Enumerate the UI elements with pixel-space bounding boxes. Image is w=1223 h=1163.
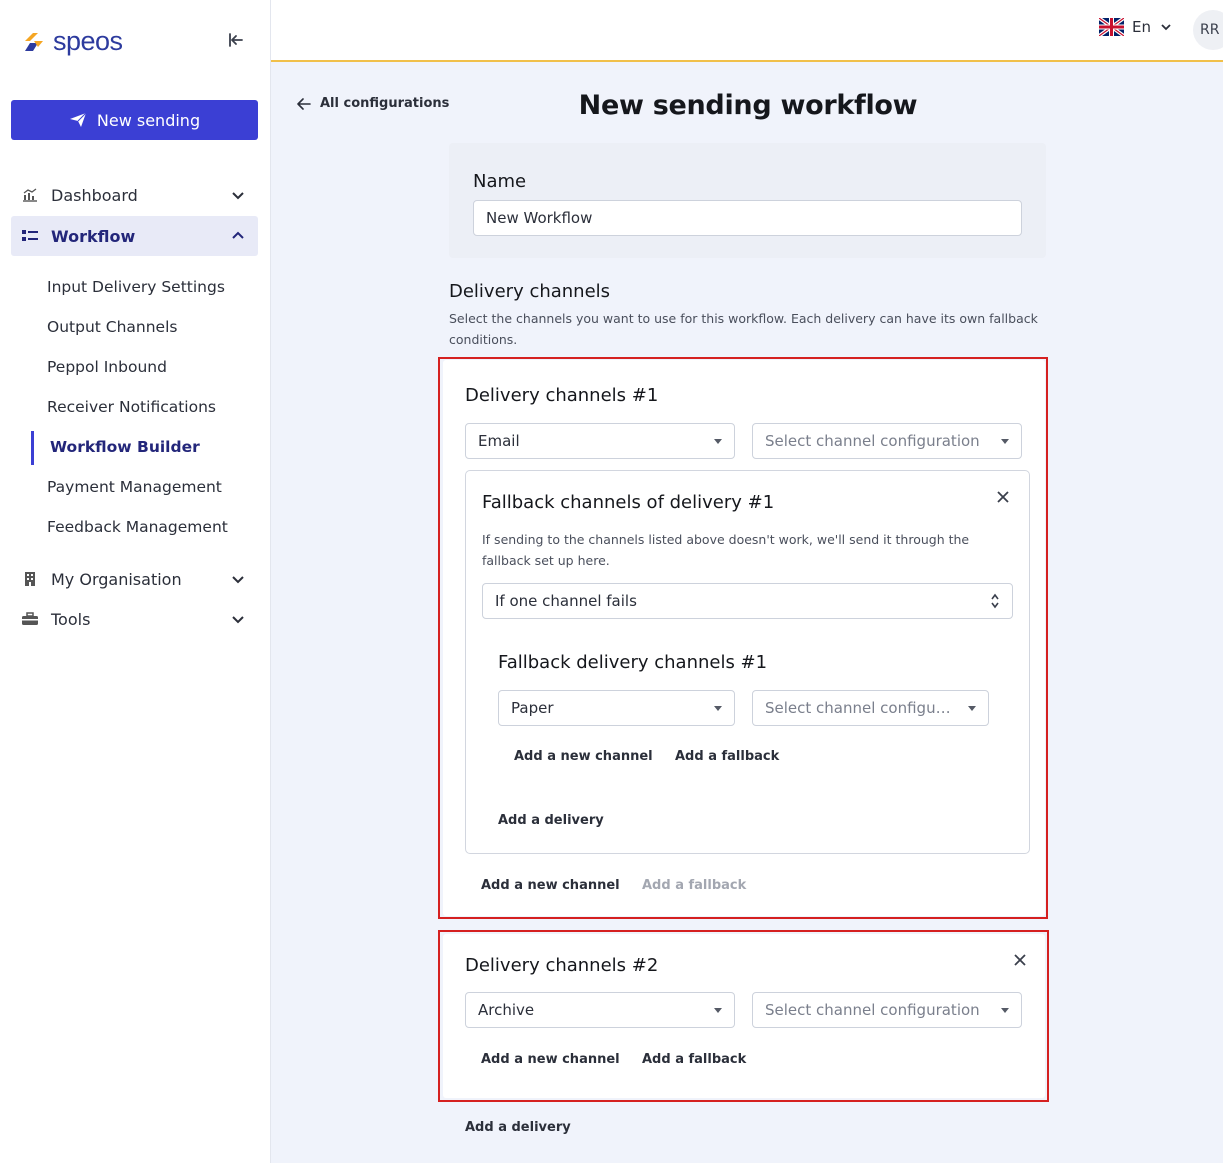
top-bar: En RR <box>271 0 1223 62</box>
arrow-left-icon <box>297 97 311 110</box>
avatar[interactable]: RR <box>1193 10 1223 50</box>
speos-logo-icon <box>25 32 43 51</box>
workflow-icon <box>21 227 39 245</box>
collapse-sidebar-button[interactable] <box>224 30 248 50</box>
fallback-add-fallback-button[interactable]: Add a fallback <box>675 749 779 764</box>
uk-flag-icon <box>1099 18 1124 36</box>
select-value: Email <box>478 432 520 450</box>
delivery-1-add-fallback-button: Add a fallback <box>642 878 747 893</box>
fallback-delivery-title: Fallback delivery channels #1 <box>498 652 768 673</box>
chevron-down-icon <box>232 616 244 624</box>
select-value: Paper <box>511 699 554 717</box>
collapse-icon <box>229 33 243 47</box>
sidebar-item-label: My Organisation <box>51 569 182 589</box>
fallback-channel-select[interactable]: Paper <box>498 690 735 726</box>
building-icon <box>21 570 39 588</box>
select-placeholder: Select channel configuration <box>765 432 980 450</box>
select-value: Archive <box>478 1001 535 1019</box>
sidebar-subitem-receiver-notifications[interactable]: Receiver Notifications <box>47 395 216 419</box>
sidebar-item-my-organisation[interactable]: My Organisation <box>11 559 258 599</box>
sidebar-subitem-feedback-management[interactable]: Feedback Management <box>47 515 228 539</box>
new-sending-label: New sending <box>96 110 201 130</box>
sidebar-subitem-output-channels[interactable]: Output Channels <box>47 315 177 339</box>
sidebar: speos New sending Dashboard Workflow Inp… <box>0 0 271 1163</box>
chevron-down-icon <box>232 576 244 584</box>
language-selector[interactable]: En <box>1099 18 1171 36</box>
workflow-name-input[interactable] <box>473 200 1022 236</box>
fallback-condition-select[interactable]: If one channel fails <box>482 583 1013 619</box>
avatar-initials: RR <box>1200 22 1220 38</box>
delivery-1-add-channel-button[interactable]: Add a new channel <box>481 878 620 893</box>
speos-logo[interactable]: speos <box>21 26 123 57</box>
sidebar-item-label: Tools <box>51 609 91 629</box>
sidebar-subitem-input-delivery-settings[interactable]: Input Delivery Settings <box>47 275 225 299</box>
fallback-add-delivery-button[interactable]: Add a delivery <box>498 813 604 828</box>
delivery-channels-heading: Delivery channels <box>449 281 611 302</box>
caret-down-icon <box>714 706 722 711</box>
delivery-2-config-select[interactable]: Select channel configuration <box>752 992 1022 1028</box>
delivery-channels-description: Select the channels you want to use for … <box>449 311 1038 347</box>
sidebar-subitem-payment-management[interactable]: Payment Management <box>47 475 222 499</box>
brand-name: speos <box>53 26 123 56</box>
back-to-configurations-link[interactable]: All configurations <box>297 96 449 111</box>
sidebar-item-label: Workflow <box>51 226 136 246</box>
fallback-add-channel-button[interactable]: Add a new channel <box>514 749 653 764</box>
sidebar-subitem-peppol-inbound[interactable]: Peppol Inbound <box>47 355 167 379</box>
caret-down-icon <box>1001 1008 1009 1013</box>
select-value: If one channel fails <box>495 592 637 610</box>
caret-down-icon <box>714 1008 722 1013</box>
delivery-1-title: Delivery channels #1 <box>465 385 659 406</box>
add-delivery-button[interactable]: Add a delivery <box>465 1120 571 1135</box>
sidebar-item-dashboard[interactable]: Dashboard <box>11 175 258 215</box>
select-placeholder: Select channel configurat... <box>765 699 972 717</box>
sidebar-item-tools[interactable]: Tools <box>11 599 258 639</box>
close-icon[interactable] <box>1012 952 1028 968</box>
delivery-1-config-select[interactable]: Select channel configuration <box>752 423 1022 459</box>
new-sending-button[interactable]: New sending <box>11 100 258 140</box>
caret-down-icon <box>1001 439 1009 444</box>
language-label: En <box>1132 18 1151 36</box>
name-section: Name <box>449 143 1046 258</box>
name-label: Name <box>473 171 527 192</box>
delivery-2-channel-select[interactable]: Archive <box>465 992 735 1028</box>
back-link-label: All configurations <box>320 96 450 111</box>
close-icon[interactable] <box>995 489 1011 505</box>
chevron-down-icon <box>232 192 244 200</box>
delivery-2-add-channel-button[interactable]: Add a new channel <box>481 1052 620 1067</box>
fallback-card-1: Fallback channels of delivery #1 If send… <box>465 470 1030 854</box>
chevron-up-icon <box>232 231 244 239</box>
delivery-2-add-fallback-button[interactable]: Add a fallback <box>642 1052 746 1067</box>
send-icon <box>69 112 87 127</box>
caret-down-icon <box>968 706 976 711</box>
delivery-1-channel-select[interactable]: Email <box>465 423 735 459</box>
chevron-down-icon <box>1161 24 1171 31</box>
fallback-config-select[interactable]: Select channel configurat... <box>752 690 989 726</box>
page-title: New sending workflow <box>578 90 918 121</box>
caret-down-icon <box>714 439 722 444</box>
up-down-icon <box>991 593 999 609</box>
fallback-title: Fallback channels of delivery #1 <box>482 492 775 513</box>
active-indicator <box>31 431 34 465</box>
delivery-2-title: Delivery channels #2 <box>465 955 659 976</box>
fallback-description: If sending to the channels listed above … <box>482 532 970 568</box>
chart-icon <box>21 186 39 204</box>
sidebar-subitem-workflow-builder[interactable]: Workflow Builder <box>50 435 200 459</box>
sidebar-item-workflow[interactable]: Workflow <box>11 216 258 256</box>
select-placeholder: Select channel configuration <box>765 1001 980 1019</box>
toolbox-icon <box>21 610 39 628</box>
sidebar-item-label: Dashboard <box>51 185 138 205</box>
